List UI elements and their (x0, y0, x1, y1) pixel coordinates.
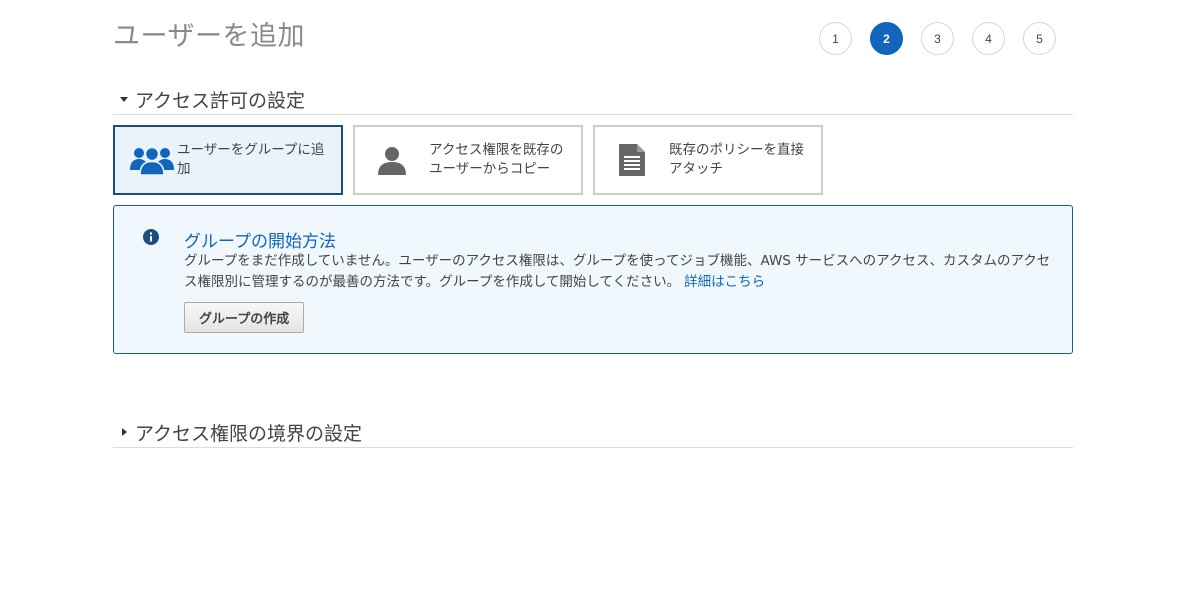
add-user-page: ユーザーを追加 1 2 3 4 5 アクセス許可の設定 ユーザーをグループに追加… (0, 0, 1200, 600)
info-box-title: グループの開始方法 (184, 232, 336, 252)
info-box-body: グループをまだ作成していません。ユーザーのアクセス権限は、グループを使ってジョブ… (184, 251, 1054, 293)
permissions-section-header[interactable]: アクセス許可の設定 (113, 84, 1073, 115)
learn-more-link[interactable]: 詳細はこちら (684, 274, 765, 290)
create-group-button[interactable]: グループの作成 (184, 302, 305, 333)
option-attach-policies-label: 既存のポリシーを直接アタッチ (669, 142, 804, 177)
caret-right-icon (113, 427, 135, 437)
step-3-button[interactable]: 3 (921, 22, 954, 55)
page-title: ユーザーを追加 (113, 21, 305, 52)
permissions-section-title: アクセス許可の設定 (135, 89, 306, 112)
boundary-section-title: アクセス権限の境界の設定 (135, 422, 363, 445)
users-group-icon (129, 144, 175, 176)
boundary-section-header[interactable]: アクセス権限の境界の設定 (113, 417, 1073, 448)
user-icon (369, 144, 415, 176)
info-icon (143, 229, 159, 249)
get-started-info-box: グループの開始方法 グループをまだ作成していません。ユーザーのアクセス権限は、グ… (113, 205, 1073, 354)
option-add-to-group-label: ユーザーをグループに追加 (177, 142, 325, 177)
step-2-button[interactable]: 2 (870, 22, 903, 55)
step-5-button[interactable]: 5 (1023, 22, 1056, 55)
wizard-steps: 1 2 3 4 5 (819, 22, 1056, 55)
step-1-button[interactable]: 1 (819, 22, 852, 55)
step-4-button[interactable]: 4 (972, 22, 1005, 55)
info-box-text: グループをまだ作成していません。ユーザーのアクセス権限は、グループを使ってジョブ… (184, 253, 1051, 290)
option-attach-policies[interactable]: 既存のポリシーを直接アタッチ (593, 125, 823, 195)
caret-down-icon (113, 95, 135, 103)
option-copy-permissions[interactable]: アクセス権限を既存のユーザーからコピー (353, 125, 583, 195)
option-copy-permissions-label: アクセス権限を既存のユーザーからコピー (429, 142, 564, 177)
option-add-to-group[interactable]: ユーザーをグループに追加 (113, 125, 343, 195)
permission-options: ユーザーをグループに追加 アクセス権限を既存のユーザーからコピー 既存のポリシー… (113, 125, 823, 195)
document-icon (609, 143, 655, 177)
